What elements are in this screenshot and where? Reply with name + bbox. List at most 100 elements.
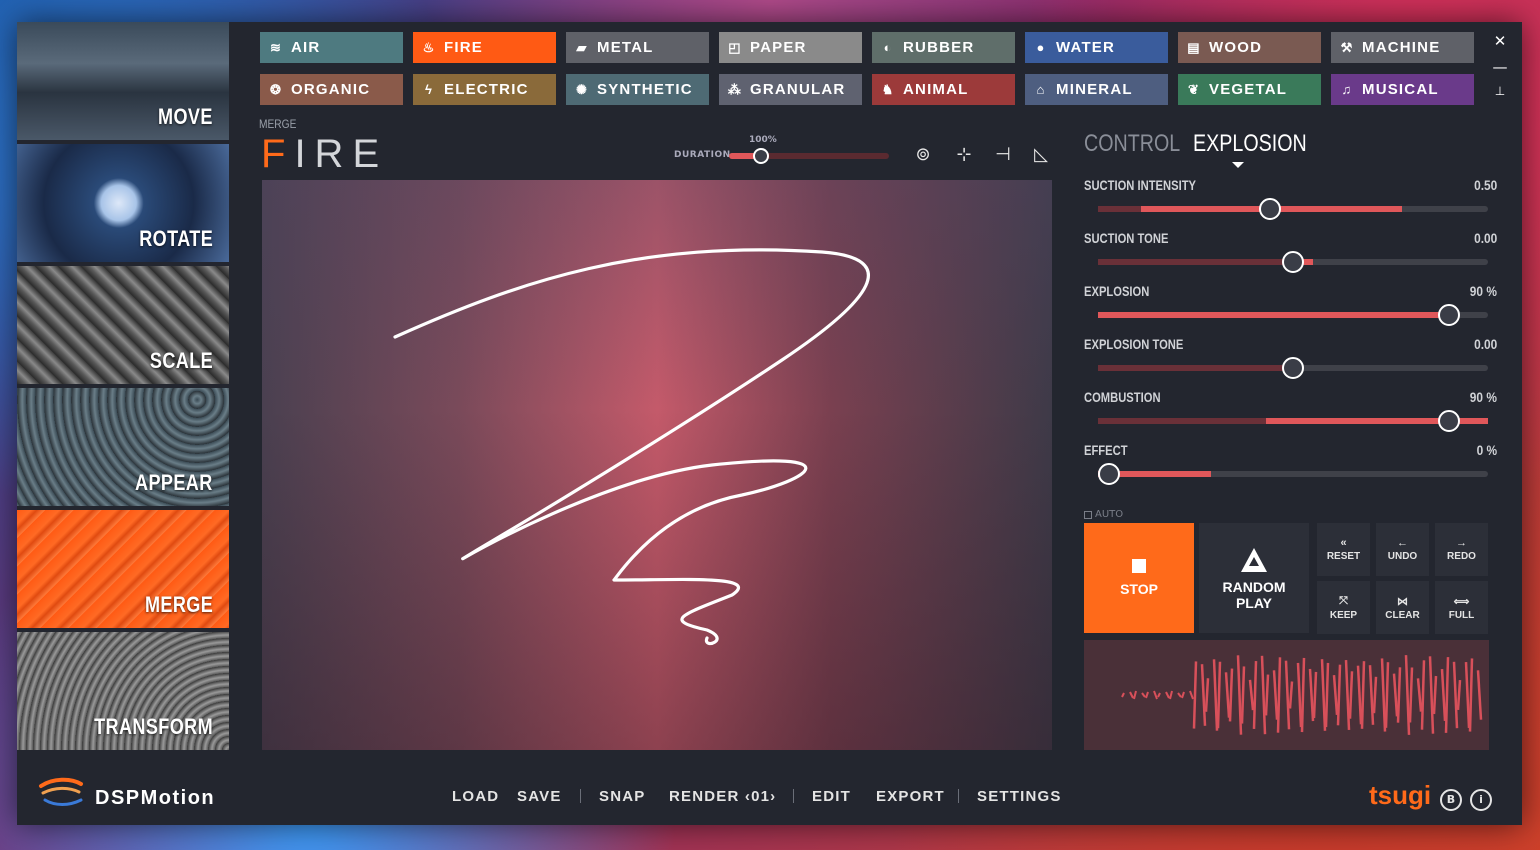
param-slider[interactable]: [1098, 198, 1488, 220]
checkbox-box: [1084, 510, 1092, 519]
menu-divider: [580, 789, 581, 803]
category-machine-button[interactable]: ⚒ MACHINE: [1331, 32, 1474, 63]
gather-icon[interactable]: ⊣: [990, 144, 1016, 170]
waveform-bar: [1308, 668, 1315, 722]
sidebar-item-transform[interactable]: TRANSFORM: [17, 632, 229, 750]
category-water-button[interactable]: ● WATER: [1025, 32, 1168, 63]
corner-icon[interactable]: ◺: [1028, 144, 1054, 170]
pin-icon[interactable]: ⊥: [1489, 84, 1511, 98]
category-metal-button[interactable]: ▰ METAL: [566, 32, 709, 63]
waveform-bar: [1189, 690, 1194, 700]
param-slider[interactable]: [1098, 304, 1488, 326]
waveform-bar: [1440, 668, 1447, 722]
snap-button[interactable]: SNAP: [599, 788, 645, 805]
slider-knob[interactable]: [1438, 304, 1460, 326]
wrench-icon: ⚒: [1340, 39, 1354, 55]
loop-icon[interactable]: ⊚: [910, 144, 936, 170]
flame-icon: ♨: [422, 39, 436, 55]
waveform-bar: [1216, 661, 1222, 729]
drop-icon: ●: [1036, 40, 1046, 55]
edit-button[interactable]: EDIT: [812, 788, 851, 805]
sidebar-item-move[interactable]: MOVE: [17, 22, 229, 140]
tab-explosion[interactable]: EXPLOSION: [1193, 130, 1307, 158]
sidebar-item-merge[interactable]: MERGE: [17, 510, 229, 628]
param-slider[interactable]: [1098, 410, 1488, 432]
slider-knob[interactable]: [1258, 198, 1281, 220]
motion-stroke: [393, 248, 870, 646]
slider-knob[interactable]: [1098, 463, 1120, 485]
sidebar-item-scale[interactable]: SCALE: [17, 266, 229, 384]
note-icon: ♫: [1341, 82, 1353, 97]
sidebar-item-appear[interactable]: APPEAR: [17, 388, 229, 506]
param-slider[interactable]: [1098, 357, 1488, 379]
auto-checkbox[interactable]: AUTO: [1084, 509, 1123, 520]
drawing-canvas[interactable]: [262, 180, 1052, 750]
param-label: EFFECT: [1084, 442, 1128, 458]
sidebar-item-rotate[interactable]: ROTATE: [17, 144, 229, 262]
preset-title: FIRE: [261, 132, 388, 177]
param-label: SUCTION INTENSITY: [1084, 177, 1197, 193]
waveform-bar: [1356, 665, 1363, 725]
param-slider[interactable]: [1098, 251, 1488, 273]
save-button[interactable]: SAVE: [517, 788, 562, 805]
waveform-bar: [1133, 690, 1137, 700]
duration-knob[interactable]: [753, 148, 769, 164]
category-wood-button[interactable]: ▤ WOOD: [1178, 32, 1321, 63]
category-fire-button[interactable]: ♨ FIRE: [413, 32, 556, 63]
slider-knob[interactable]: [1282, 251, 1304, 273]
waveform-bar: [1141, 692, 1146, 698]
waveform-bar: [1276, 657, 1282, 733]
slider-knob[interactable]: [1282, 357, 1304, 379]
slider-knob[interactable]: [1438, 410, 1460, 432]
param-label: COMBUSTION: [1084, 389, 1161, 405]
param-slider[interactable]: [1098, 463, 1488, 485]
app-window: MOVE ROTATE SCALE APPEAR MERGE TRANSFORM…: [17, 22, 1522, 825]
split-icon[interactable]: ⊹: [951, 144, 977, 170]
waveform-bar: [1384, 662, 1390, 728]
redo-button[interactable]: → REDO: [1435, 523, 1488, 576]
category-granular-button[interactable]: ⁂ GRANULAR: [719, 74, 862, 105]
b-icon[interactable]: B: [1440, 789, 1462, 811]
mode-label: MERGE: [259, 117, 297, 131]
stop-button[interactable]: STOP: [1084, 523, 1194, 633]
clear-button[interactable]: ⋈ CLEAR: [1376, 581, 1429, 634]
waveform-bar: [1408, 667, 1414, 723]
reset-button[interactable]: «RESET: [1317, 523, 1370, 576]
category-organic-button[interactable]: ❂ ORGANIC: [260, 74, 403, 105]
bottom-bar: DSPMotion LOAD SAVE SNAP RENDER ‹01› EDI…: [17, 762, 1522, 825]
category-rubber-button[interactable]: ◐ RUBBER: [872, 32, 1015, 63]
category-electric-button[interactable]: ϟ ELECTRIC: [413, 74, 556, 105]
chevron-down-icon: [1232, 162, 1244, 168]
duration-slider[interactable]: [729, 148, 889, 164]
render-button[interactable]: RENDER ‹01›: [669, 788, 776, 805]
category-synthetic-button[interactable]: ✺ SYNTHETIC: [566, 74, 709, 105]
wood-icon: ▤: [1187, 39, 1201, 55]
dspmotion-logo-icon: [39, 777, 83, 806]
export-button[interactable]: EXPORT: [876, 788, 945, 805]
param-value: 0 %: [1476, 442, 1497, 458]
full-button[interactable]: ⟺ FULL: [1435, 581, 1488, 634]
category-air-button[interactable]: ≋ AIR: [260, 32, 403, 63]
sidebar-item-label: APPEAR: [135, 470, 213, 495]
waveform-bar: [1153, 690, 1158, 700]
category-musical-button[interactable]: ♫ MUSICAL: [1331, 74, 1474, 105]
keep-button[interactable]: ⤧ KEEP: [1317, 581, 1370, 634]
param-value: 90 %: [1469, 283, 1497, 299]
keep-icon: ⤧: [1339, 594, 1348, 607]
minimize-icon[interactable]: —: [1489, 58, 1511, 76]
tab-control[interactable]: CONTROL: [1084, 130, 1180, 158]
close-icon[interactable]: ✕: [1489, 32, 1511, 50]
undo-button[interactable]: ← UNDO: [1376, 523, 1429, 576]
category-animal-button[interactable]: ♞ ANIMAL: [872, 74, 1015, 105]
info-icon[interactable]: i: [1470, 789, 1492, 811]
category-vegetal-button[interactable]: ❦ VEGETAL: [1178, 74, 1321, 105]
waveform-bar: [1476, 670, 1483, 720]
load-button[interactable]: LOAD: [452, 788, 499, 805]
tsugi-logo[interactable]: tsugi: [1369, 780, 1431, 811]
waveform-bar: [1456, 679, 1462, 711]
random-play-button[interactable]: RANDOM PLAY: [1199, 523, 1309, 633]
category-mineral-button[interactable]: ⌂ MINERAL: [1025, 74, 1168, 105]
metal-icon: ▰: [576, 39, 588, 55]
category-paper-button[interactable]: ◰ PAPER: [719, 32, 862, 63]
settings-button[interactable]: SETTINGS: [977, 788, 1062, 805]
